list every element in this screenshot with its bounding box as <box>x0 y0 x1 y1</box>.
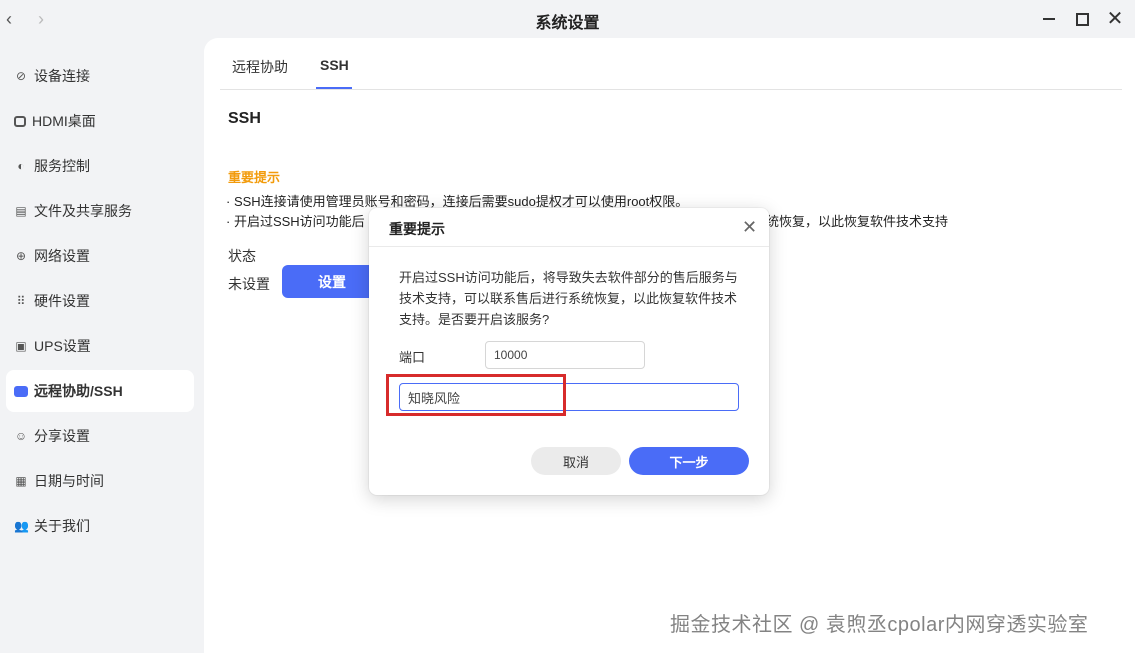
sidebar-item-label: UPS设置 <box>34 338 91 354</box>
sidebar-item-datetime[interactable]: ▦ 日期与时间 <box>6 460 194 502</box>
sidebar-item-share[interactable]: ☺ 分享设置 <box>6 415 194 457</box>
risk-confirm-input[interactable] <box>399 383 739 411</box>
sidebar-item-file-share[interactable]: ▤ 文件及共享服务 <box>6 190 194 232</box>
notice-line-2-tail: 统恢复，以此恢复软件技术支持 <box>766 214 949 229</box>
sidebar: ⊘ 设备连接 HDMI桌面 ◐ 服务控制 ▤ 文件及共享服务 ⊕ 网络设置 ⠿ … <box>0 38 204 653</box>
tab-bar: 远程协助 SSH <box>220 38 1122 90</box>
toggle-icon: ◐ <box>17 159 25 173</box>
sidebar-item-network[interactable]: ⊕ 网络设置 <box>6 235 194 277</box>
file-icon: ▤ <box>15 204 27 218</box>
close-icon[interactable]: ✕ <box>742 218 757 236</box>
user-icon: 👥 <box>14 519 29 533</box>
active-tab-indicator <box>316 87 352 89</box>
sidebar-item-service-control[interactable]: ◐ 服务控制 <box>6 145 194 187</box>
sidebar-item-label: 服务控制 <box>34 158 90 174</box>
monitor-icon <box>14 115 26 127</box>
notice-title: 重要提示 <box>228 170 281 185</box>
sidebar-item-ups[interactable]: ▣ UPS设置 <box>6 325 194 367</box>
sidebar-item-label: 日期与时间 <box>34 473 104 489</box>
share-icon: ☺ <box>14 429 28 443</box>
port-input[interactable] <box>485 341 645 369</box>
status-value: 未设置 <box>228 276 270 292</box>
sidebar-item-hdmi[interactable]: HDMI桌面 <box>6 100 194 142</box>
dialog-message: 开启过SSH访问功能后，将导致失去软件部分的售后服务与技术支持，可以联系售后进行… <box>399 270 738 327</box>
sidebar-item-label: 分享设置 <box>34 428 90 444</box>
minimize-icon[interactable] <box>1040 10 1058 28</box>
sidebar-item-label: 硬件设置 <box>34 293 90 309</box>
calendar-icon: ▦ <box>15 474 27 488</box>
sidebar-item-label: 设备连接 <box>34 68 90 84</box>
sidebar-item-remote-ssh[interactable]: 远程协助/SSH <box>6 370 194 412</box>
link-icon: ⊘ <box>15 69 27 83</box>
status-label: 状态 <box>228 248 256 264</box>
cancel-button[interactable]: 取消 <box>531 447 621 475</box>
sidebar-item-about[interactable]: 👥 关于我们 <box>6 505 194 547</box>
sidebar-item-hardware[interactable]: ⠿ 硬件设置 <box>6 280 194 322</box>
sidebar-item-label: 网络设置 <box>34 248 90 264</box>
setup-button[interactable]: 设置 <box>282 265 382 298</box>
grid-icon: ⠿ <box>16 294 26 308</box>
confirm-dialog: 重要提示 ✕ 开启过SSH访问功能后，将导致失去软件部分的售后服务与技术支持，可… <box>369 208 769 495</box>
maximize-icon[interactable] <box>1073 10 1091 28</box>
dialog-title: 重要提示 <box>389 221 445 237</box>
sidebar-item-device-connect[interactable]: ⊘ 设备连接 <box>6 55 194 97</box>
sidebar-item-label: 远程协助/SSH <box>34 383 123 399</box>
title-bar: ‹ › 系统设置 ✕ <box>0 0 1135 38</box>
globe-icon: ⊕ <box>15 249 27 263</box>
section-title: SSH <box>228 110 261 127</box>
close-icon[interactable]: ✕ <box>1106 9 1124 29</box>
remote-icon <box>14 385 28 397</box>
notice-line-2: · 开启过SSH访问功能后 <box>226 214 365 229</box>
sidebar-item-label: 关于我们 <box>34 518 90 534</box>
sidebar-item-label: HDMI桌面 <box>32 113 96 129</box>
window-title: 系统设置 <box>535 15 600 32</box>
tab-remote-assist[interactable]: 远程协助 <box>232 57 288 77</box>
tab-ssh[interactable]: SSH <box>320 57 349 73</box>
battery-icon: ▣ <box>15 339 27 353</box>
watermark: 掘金技术社区 @ 袁煦丞cpolar内网穿透实验室 <box>670 614 1089 636</box>
dialog-divider <box>369 246 769 247</box>
port-label: 端口 <box>399 350 426 365</box>
next-button[interactable]: 下一步 <box>629 447 749 475</box>
sidebar-item-label: 文件及共享服务 <box>34 203 132 219</box>
